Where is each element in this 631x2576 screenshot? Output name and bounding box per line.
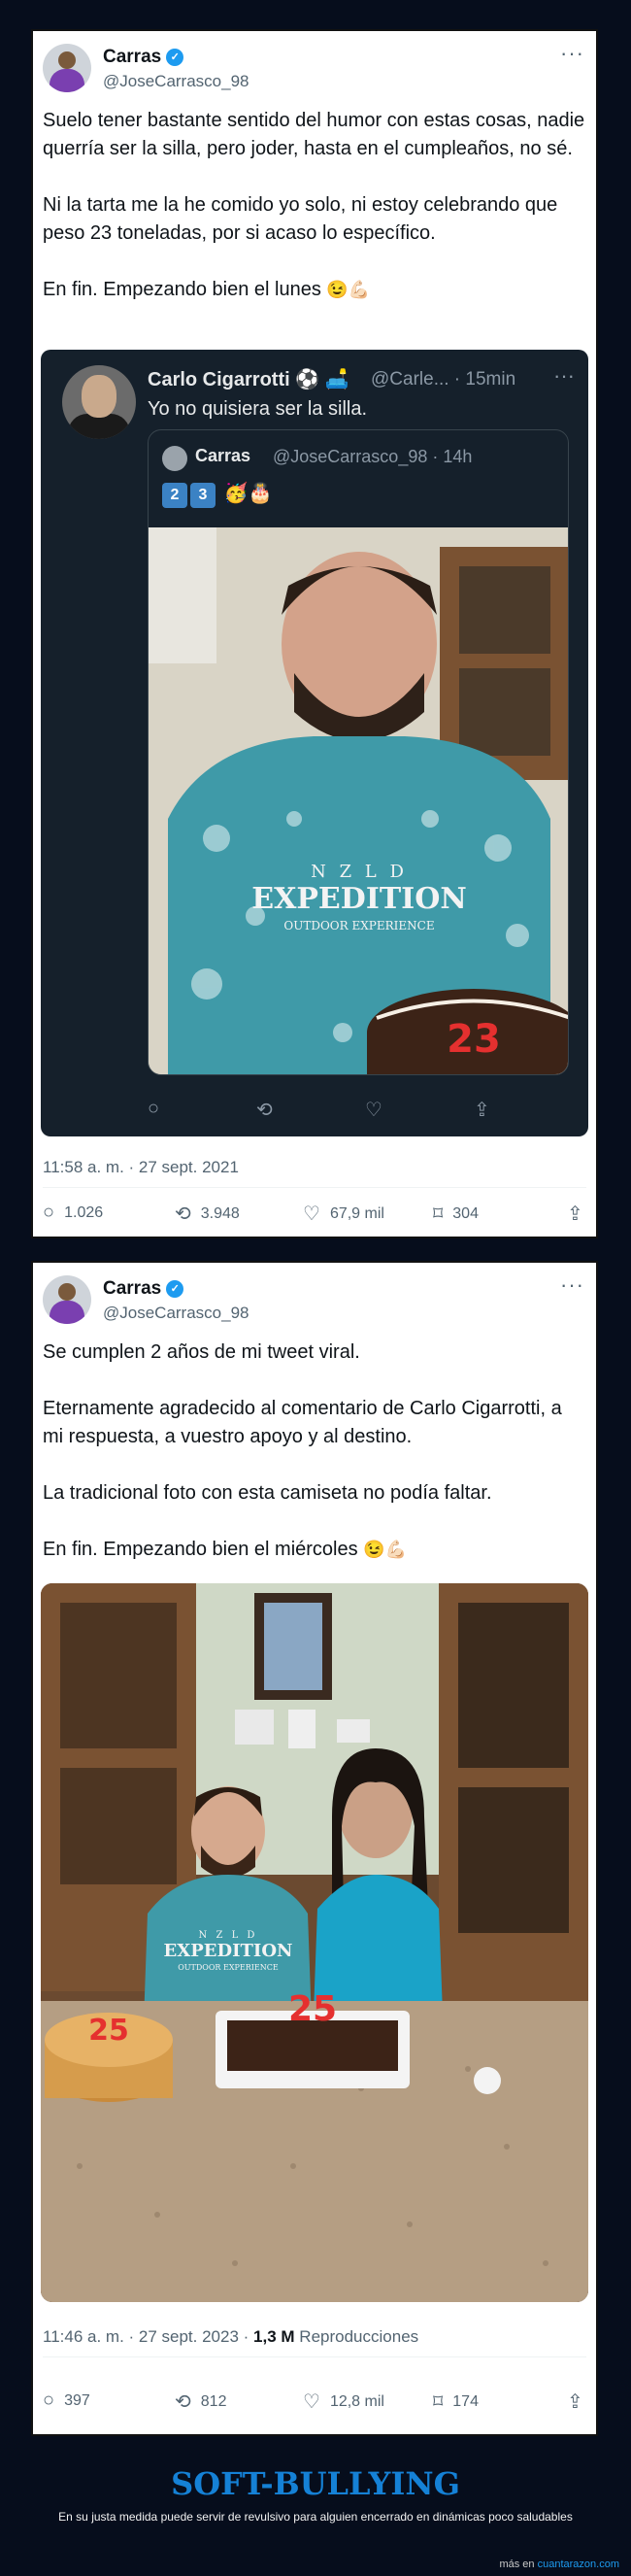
tweet-paragraph: En fin. Empezando bien el lunes 😉💪🏻 — [43, 276, 586, 304]
inner-display-name[interactable]: Carras — [195, 446, 250, 466]
shirt-text: OUTDOOR EXPERIENCE — [178, 1963, 279, 1972]
share-icon: ⇪ — [567, 2391, 583, 2413]
tweet-timestamp[interactable]: 11:46 a. m. · 27 sept. 2023 · 1,3 M Repr… — [43, 2327, 418, 2347]
tweet-paragraph: En fin. Empezando bien el miércoles 😉💪🏻 — [43, 1536, 586, 1564]
reply-icon[interactable]: ○ — [148, 1098, 159, 1120]
display-name[interactable]: Carras — [103, 47, 161, 68]
verified-badge-icon: ✓ — [166, 49, 184, 66]
wink-flex-emoji: 😉💪🏻 — [326, 280, 371, 299]
page-subtitle: En su justa medida puede servir de revul… — [58, 2510, 573, 2524]
divider — [43, 2356, 586, 2357]
quote-more-icon[interactable]: ··· — [553, 363, 575, 389]
tweet-text: Se cumplen 2 años de mi tweet viral. Ete… — [43, 1339, 586, 1564]
tweet-photo[interactable]: N Z L D EXPEDITION OUTDOOR EXPERIENCE 25… — [41, 1583, 588, 2302]
reply-button[interactable]: ○ 1.026 — [43, 1202, 103, 1224]
tweet-card-2: Carras ✓ @JoseCarrasco_98 ··· Se cumplen… — [31, 1261, 598, 2436]
share-icon: ⇪ — [567, 1203, 583, 1225]
keycap-3-emoji: 3 — [190, 483, 216, 508]
display-name[interactable]: Carras — [103, 1278, 161, 1300]
more-options-icon[interactable]: ··· — [560, 41, 584, 66]
retweet-icon[interactable]: ⟲ — [256, 1098, 273, 1122]
tweet-paragraph: Eternamente agradecido al comentario de … — [43, 1398, 562, 1447]
tweet-header: Carras ✓ @JoseCarrasco_98 ··· — [43, 41, 586, 99]
tweet-paragraph: La tradicional foto con esta camiseta no… — [43, 1482, 492, 1504]
user-handle[interactable]: @JoseCarrasco_98 — [103, 1304, 249, 1323]
tweet-card-1: Carras ✓ @JoseCarrasco_98 ··· Suelo tene… — [31, 29, 598, 1238]
tweet-text: Suelo tener bastante sentido del humor c… — [43, 107, 586, 304]
photo-man-shirt-cake: N Z L D EXPEDITION OUTDOOR EXPERIENCE 23 — [149, 527, 568, 1074]
shirt-text: EXPEDITION — [164, 1941, 293, 1961]
tweet-photo[interactable]: N Z L D EXPEDITION OUTDOOR EXPERIENCE 23 — [149, 527, 568, 1074]
quoted-tweet[interactable]: Carlo Cigarrotti ⚽️ 🛋️ @Carle... · 15min… — [41, 350, 588, 1136]
user-name[interactable]: Carras ✓ — [103, 1278, 184, 1300]
bookmark-button[interactable]: ⌑ 304 — [433, 1202, 479, 1226]
quote-display-name[interactable]: Carlo Cigarrotti ⚽️ 🛋️ — [148, 367, 349, 391]
tweet-timestamp[interactable]: 11:58 a. m. · 27 sept. 2021 — [43, 1158, 239, 1177]
more-options-icon[interactable]: ··· — [560, 1272, 584, 1298]
bookmark-icon: ⌑ — [433, 2391, 444, 2413]
inner-quoted-tweet[interactable]: Carras @JoseCarrasco_98 · 14h 23 🥳🎂 N Z … — [148, 429, 569, 1075]
share-button[interactable]: ⇪ — [567, 1202, 593, 1226]
views-count: 1,3 M — [253, 2327, 295, 2346]
bookmark-button[interactable]: ⌑ 174 — [433, 2390, 479, 2414]
tweet-paragraph: Ni la tarta me la he comido yo solo, ni … — [43, 194, 558, 244]
party-cake-emoji: 🥳🎂 — [223, 483, 273, 504]
like-icon[interactable]: ♡ — [365, 1098, 382, 1122]
cake-number-left: 25 — [88, 2014, 129, 2048]
wink-flex-emoji: 😉💪🏻 — [363, 1540, 408, 1559]
like-icon: ♡ — [303, 1203, 320, 1225]
divider — [43, 1187, 586, 1188]
cake-number: 23 — [447, 1017, 501, 1062]
like-icon: ♡ — [303, 2391, 320, 2413]
tweet-actions: ○ 397 ⟲ 812 ♡ 12,8 mil ⌑ 174 ⇪ — [43, 2390, 586, 2419]
source-link[interactable]: cuantarazon.com — [538, 2559, 619, 2570]
keycap-2-emoji: 2 — [162, 483, 187, 508]
avatar[interactable] — [43, 1275, 91, 1324]
source-credit: más en cuantarazon.com — [499, 2559, 619, 2570]
reply-icon: ○ — [43, 2390, 55, 2411]
share-button[interactable]: ⇪ — [567, 2390, 593, 2414]
user-name[interactable]: Carras ✓ — [103, 47, 184, 68]
user-handle[interactable]: @JoseCarrasco_98 — [103, 72, 249, 91]
tweet-paragraph: Se cumplen 2 años de mi tweet viral. — [43, 1341, 360, 1363]
shirt-text: N Z L D — [311, 862, 408, 882]
quote-avatar[interactable] — [62, 365, 136, 439]
photo-couple-cakes: N Z L D EXPEDITION OUTDOOR EXPERIENCE 25… — [41, 1583, 588, 2302]
reply-button[interactable]: ○ 397 — [43, 2390, 90, 2412]
quote-actions: ○ ⟲ ♡ ⇪ — [148, 1094, 569, 1127]
like-button[interactable]: ♡ 12,8 mil — [303, 2390, 384, 2414]
retweet-button[interactable]: ⟲ 3.948 — [175, 1202, 240, 1226]
reply-icon: ○ — [43, 1202, 55, 1223]
retweet-icon: ⟲ — [175, 2391, 191, 2413]
tweet-paragraph: Suelo tener bastante sentido del humor c… — [43, 110, 585, 159]
inner-text: 23 🥳🎂 — [162, 481, 272, 508]
inner-avatar[interactable] — [162, 446, 187, 471]
like-button[interactable]: ♡ 67,9 mil — [303, 1202, 384, 1226]
tweet-header: Carras ✓ @JoseCarrasco_98 ··· — [43, 1272, 586, 1331]
quote-text: Yo no quisiera ser la silla. — [148, 398, 368, 420]
shirt-text: EXPEDITION — [251, 882, 467, 916]
tweet-actions: ○ 1.026 ⟲ 3.948 ♡ 67,9 mil ⌑ 304 ⇪ — [43, 1202, 586, 1231]
shirt-text: N Z L D — [199, 1930, 258, 1941]
bookmark-icon: ⌑ — [433, 1203, 444, 1225]
quote-handle-time: @Carle... · 15min — [371, 369, 516, 390]
retweet-button[interactable]: ⟲ 812 — [175, 2390, 226, 2414]
share-icon[interactable]: ⇪ — [474, 1098, 490, 1122]
verified-badge-icon: ✓ — [166, 1280, 184, 1298]
shirt-text: OUTDOOR EXPERIENCE — [283, 919, 434, 932]
retweet-icon: ⟲ — [175, 1203, 191, 1225]
avatar[interactable] — [43, 44, 91, 92]
views-label: Reproducciones — [294, 2327, 419, 2346]
inner-handle-time: @JoseCarrasco_98 · 14h — [273, 447, 473, 466]
page-title: SOFT-BULLYING — [171, 2465, 460, 2502]
cake-number-right: 25 — [288, 1989, 337, 2029]
